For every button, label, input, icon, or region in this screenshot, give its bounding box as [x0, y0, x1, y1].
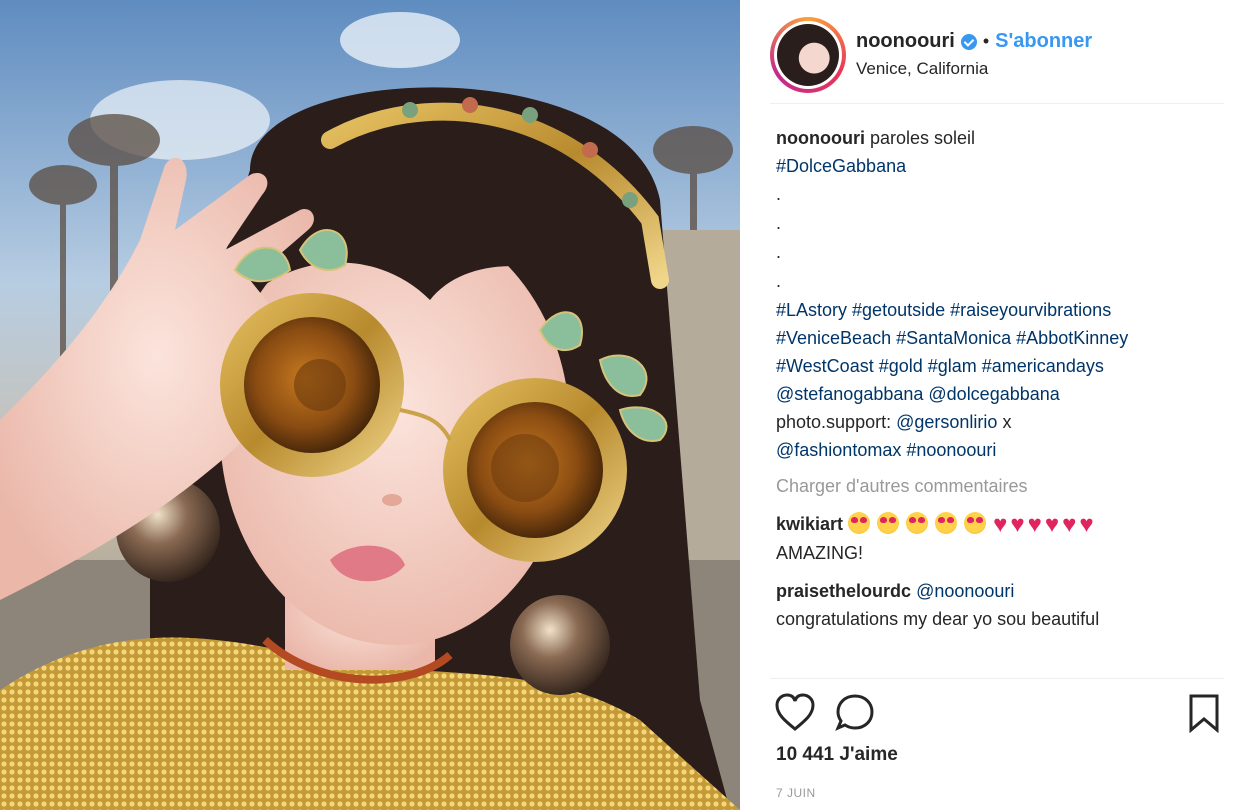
header-text: noonoouri • S'abonner Venice, California: [856, 30, 1092, 79]
caption-dot-line: .: [776, 184, 782, 204]
red-heart-emoji-icon: ♥: [1079, 511, 1094, 538]
red-heart-emoji-icon: ♥: [1027, 511, 1042, 538]
caption: noonoouri paroles soleil #DolceGabbana .…: [776, 124, 1226, 464]
photo-support-line: photo.support: @gersonlirio x: [776, 408, 1226, 436]
caption-dot-line: .: [776, 242, 782, 262]
caption-text: paroles soleil: [870, 128, 976, 148]
avatar[interactable]: [777, 23, 839, 86]
post-date: 7 JUIN: [776, 786, 816, 800]
heart-eyes-emoji-icon: [906, 512, 929, 534]
comment-text: AMAZING!: [776, 543, 864, 563]
red-heart-emoji-icon: ♥: [993, 511, 1008, 538]
photo-support-x: x: [1002, 412, 1012, 432]
heart-eyes-emoji-icon: [964, 512, 987, 534]
heart-eyes-emoji-icon: [848, 512, 871, 534]
comment-text: congratulations my dear yo sou beautiful: [776, 609, 1100, 629]
caption-dot-line: .: [776, 213, 782, 233]
post-side-panel: noonoouri • S'abonner Venice, California…: [740, 0, 1252, 810]
mention-link[interactable]: @noonoouri: [916, 581, 1014, 601]
comments-list: noonoouri paroles soleil #DolceGabbana .…: [776, 124, 1226, 633]
post-photo[interactable]: [0, 0, 740, 810]
hashtags-line[interactable]: @fashiontomax #noonoouri: [776, 436, 1226, 464]
username-link[interactable]: noonoouri: [856, 30, 955, 53]
avatar-story-ring[interactable]: [770, 16, 846, 93]
header-line: noonoouri • S'abonner: [856, 30, 1092, 53]
heart-icon[interactable]: [774, 693, 816, 738]
location-link[interactable]: Venice, California: [856, 59, 1092, 79]
bookmark-icon[interactable]: [1188, 693, 1220, 738]
likes-count[interactable]: 10 441 J'aime: [776, 744, 898, 766]
caption-username[interactable]: noonoouri: [776, 128, 865, 148]
comment-username[interactable]: praisethelourdc: [776, 581, 911, 601]
load-more-comments-button[interactable]: Charger d'autres commentaires: [776, 472, 1226, 500]
comment-item: kwikiart ♥ ♥ ♥ ♥ ♥ ♥ AMAZING!: [776, 510, 1226, 567]
red-heart-emoji-icon: ♥: [1044, 511, 1060, 538]
mentions-line[interactable]: @stefanogabbana @dolcegabbana: [776, 380, 1226, 408]
hashtag-link[interactable]: #DolceGabbana: [776, 152, 1226, 180]
mention-link[interactable]: @gersonlirio: [896, 412, 997, 432]
separator-dot: •: [982, 31, 990, 51]
heart-eyes-emoji-icon: [935, 512, 958, 534]
action-bar: [770, 678, 1224, 748]
post-header: noonoouri • S'abonner Venice, California: [770, 6, 1224, 104]
follow-button[interactable]: S'abonner: [995, 30, 1092, 53]
caption-dot-line: .: [776, 271, 782, 291]
hashtags-line[interactable]: #LAstory #getoutside #raiseyourvibration…: [776, 296, 1226, 324]
photo-support-label: photo.support:: [776, 412, 892, 432]
comment-username[interactable]: kwikiart: [776, 514, 843, 534]
hashtags-line[interactable]: #WestCoast #gold #glam #americandays: [776, 352, 1226, 380]
heart-eyes-emoji-icon: [877, 512, 900, 534]
verified-badge-icon: [960, 33, 977, 50]
red-heart-emoji-icon: ♥: [1010, 511, 1025, 538]
emoji-row: ♥ ♥ ♥ ♥ ♥ ♥: [848, 511, 1097, 538]
hashtags-line[interactable]: #VeniceBeach #SantaMonica #AbbotKinney: [776, 324, 1226, 352]
red-heart-emoji-icon: ♥: [1062, 511, 1077, 538]
avatar-frame: [774, 20, 842, 89]
comment-icon[interactable]: [834, 693, 876, 738]
comment-item: praisethelourdc @noonoouri congratulatio…: [776, 577, 1226, 633]
doll-photo-illustration: [0, 0, 740, 810]
